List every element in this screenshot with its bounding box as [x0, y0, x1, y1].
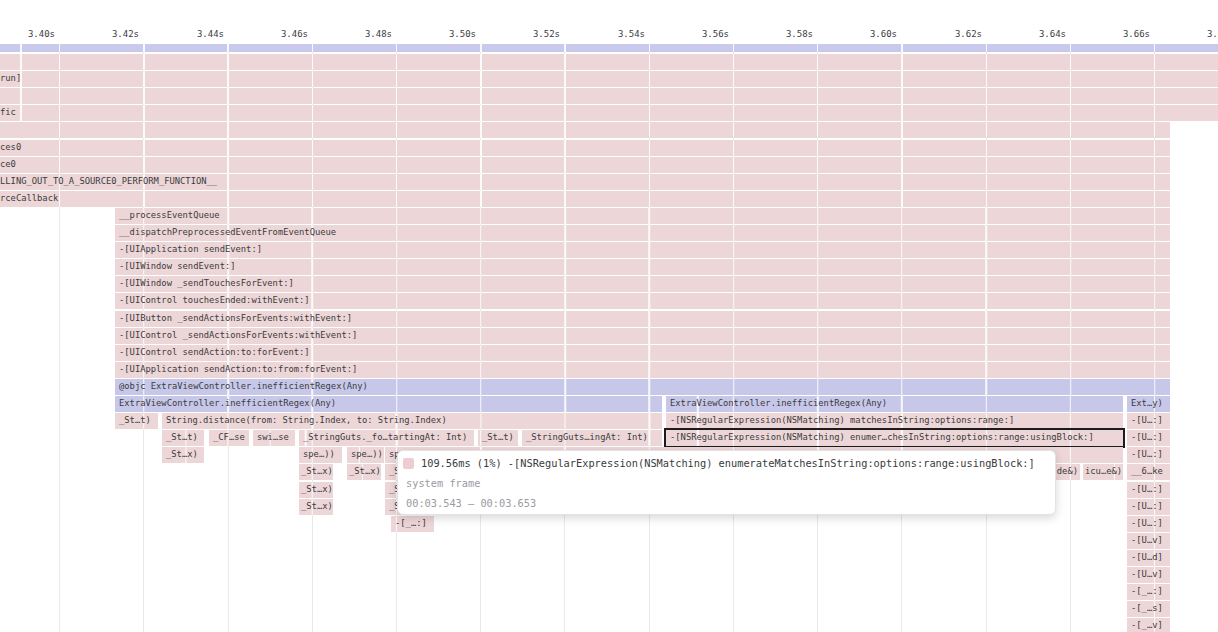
- flame-bar[interactable]: [0, 54, 1218, 70]
- flame-bar[interactable]: -[U…:]: [1127, 482, 1170, 498]
- time-tick-label: 3.66s: [1120, 29, 1150, 39]
- time-tick-label: 3.60s: [867, 29, 897, 39]
- flame-chart: 3.40s 3.42s 3.44s 3.46s 3.48s 3.50s 3.52s 3.54s…: [0, 0, 1218, 632]
- flame-bar[interactable]: -[U…:]: [1127, 430, 1170, 446]
- flame-bar-tail-label: de&): [1057, 464, 1078, 480]
- flame-bar[interactable]: [0, 88, 1218, 104]
- flame-bar[interactable]: ce0: [0, 157, 1170, 173]
- tooltip-frame-type: system frame: [403, 473, 1043, 493]
- time-tick-label: 3.44s: [194, 29, 224, 39]
- flame-bar[interactable]: -[U…:]: [1127, 447, 1170, 463]
- flame-bar[interactable]: swi…se: [253, 430, 295, 446]
- flame-bar[interactable]: _St…x): [299, 464, 333, 480]
- flame-bar[interactable]: -[UIWindow sendEvent:]: [115, 259, 1170, 275]
- time-tick-label: 3.68s: [1204, 29, 1218, 39]
- flame-bar[interactable]: fic: [0, 105, 1218, 121]
- flame-bar[interactable]: -[UIApplication sendAction:to:from:forEv…: [115, 362, 1170, 378]
- time-tick-label: 3.58s: [783, 29, 813, 39]
- flame-bar[interactable]: -[U…d]: [1127, 550, 1170, 566]
- flame-bar[interactable]: -[_…:]: [1127, 584, 1170, 600]
- flame-bar[interactable]: rceCallback: [0, 191, 1170, 207]
- flame-bar[interactable]: __6…ke: [1127, 464, 1170, 480]
- flame-bar[interactable]: -[UIControl touchesEnded:withEvent:]: [115, 293, 1170, 309]
- flame-bar[interactable]: -[UIControl _sendActionsForEvents:withEv…: [115, 328, 1170, 344]
- time-tick-label: 3.62s: [952, 29, 982, 39]
- flame-bar[interactable]: _St…t): [115, 413, 158, 429]
- flame-bar[interactable]: _St…x): [299, 482, 333, 498]
- time-tick-label: 3.56s: [699, 29, 729, 39]
- flame-bar[interactable]: -[UIButton _sendActionsForEvents:withEve…: [115, 311, 1170, 327]
- flame-bar[interactable]: String.distance(from: String.Index, to: …: [162, 413, 662, 429]
- flame-bar[interactable]: LLING_OUT_TO_A_SOURCE0_PERFORM_FUNCTION_…: [0, 174, 1170, 190]
- flame-bar[interactable]: -[_…s]: [1127, 601, 1170, 617]
- flame-bar[interactable]: -[U…:]: [1127, 413, 1170, 429]
- time-tick-label: 3.46s: [278, 29, 308, 39]
- flame-bar[interactable]: _St…t): [162, 430, 204, 446]
- flame-bar[interactable]: ces0: [0, 140, 1170, 156]
- tooltip: 109.56ms (1%) -[NSRegularExpression(NSMa…: [397, 450, 1056, 515]
- flame-bar[interactable]: -[UIApplication sendEvent:]: [115, 242, 1170, 258]
- flame-bar[interactable]: Ext…y): [1127, 396, 1170, 412]
- flame-bar[interactable]: -[_…v]: [1127, 618, 1170, 632]
- flame-bar[interactable]: ExtraViewController.inefficientRegex(Any…: [115, 396, 662, 412]
- flame-bar[interactable]: [0, 44, 1218, 52]
- tooltip-title-line: 109.56ms (1%) -[NSRegularExpression(NSMa…: [403, 453, 1043, 473]
- flame-bar[interactable]: _St…x): [299, 499, 333, 515]
- flame-bar[interactable]: _CF…se: [209, 430, 249, 446]
- flame-bar[interactable]: -[U…v]: [1127, 533, 1170, 549]
- flame-bar[interactable]: spe…)): [347, 447, 384, 463]
- tooltip-time-range: 00:03.543 — 00:03.653: [403, 493, 1043, 513]
- tooltip-duration: 109.56ms: [421, 457, 471, 469]
- flame-bar[interactable]: _St…x): [162, 447, 204, 463]
- flame-bar[interactable]: _StringGuts…ingAt: Int): [522, 430, 662, 446]
- flame-bar[interactable]: @objc ExtraViewController.inefficientReg…: [115, 379, 1170, 395]
- flame-bar[interactable]: icu…e&): [1083, 464, 1123, 480]
- flame-bar[interactable]: -[U…v]: [1127, 567, 1170, 583]
- flame-bar[interactable]: -[_…:]: [391, 516, 434, 532]
- flame-bar[interactable]: -[NSRegularExpression(NSMatching) matche…: [666, 413, 1123, 429]
- time-tick-label: 3.64s: [1036, 29, 1066, 39]
- flame-bar[interactable]: [0, 122, 1170, 138]
- flame-bar[interactable]: -[U…:]: [1127, 516, 1170, 532]
- time-tick-label: 3.40s: [25, 29, 55, 39]
- flame-bar[interactable]: run]: [0, 71, 1218, 87]
- time-tick-label: 3.52s: [530, 29, 560, 39]
- flame-bar-selected[interactable]: -[NSRegularExpression(NSMatching) enumer…: [666, 430, 1123, 446]
- tooltip-color-swatch: [403, 458, 414, 469]
- flame-bar[interactable]: -[UIWindow _sendTouchesForEvent:]: [115, 276, 1170, 292]
- flame-bar[interactable]: _StringGuts._fo…tartingAt: Int): [299, 430, 474, 446]
- flame-bar[interactable]: _St…x): [347, 464, 381, 480]
- flame-bar[interactable]: __dispatchPreprocessedEventFromEventQueu…: [115, 225, 1170, 241]
- flame-bar[interactable]: -[UIControl sendAction:to:forEvent:]: [115, 345, 1170, 361]
- flame-bar[interactable]: -[U…:]: [1127, 499, 1170, 515]
- tooltip-symbol: -[NSRegularExpression(NSMatching) enumer…: [508, 457, 1035, 469]
- flame-bar[interactable]: __processEventQueue: [115, 208, 1170, 224]
- time-tick-label: 3.42s: [109, 29, 139, 39]
- flame-bar[interactable]: ExtraViewController.inefficientRegex(Any…: [666, 396, 1123, 412]
- time-tick-label: 3.54s: [615, 29, 645, 39]
- time-tick-label: 3.50s: [446, 29, 476, 39]
- tooltip-percent: (1%): [477, 457, 502, 469]
- time-tick-label: 3.48s: [362, 29, 392, 39]
- flame-bar[interactable]: _St…t): [478, 430, 518, 446]
- flame-bar[interactable]: spe…)): [299, 447, 342, 463]
